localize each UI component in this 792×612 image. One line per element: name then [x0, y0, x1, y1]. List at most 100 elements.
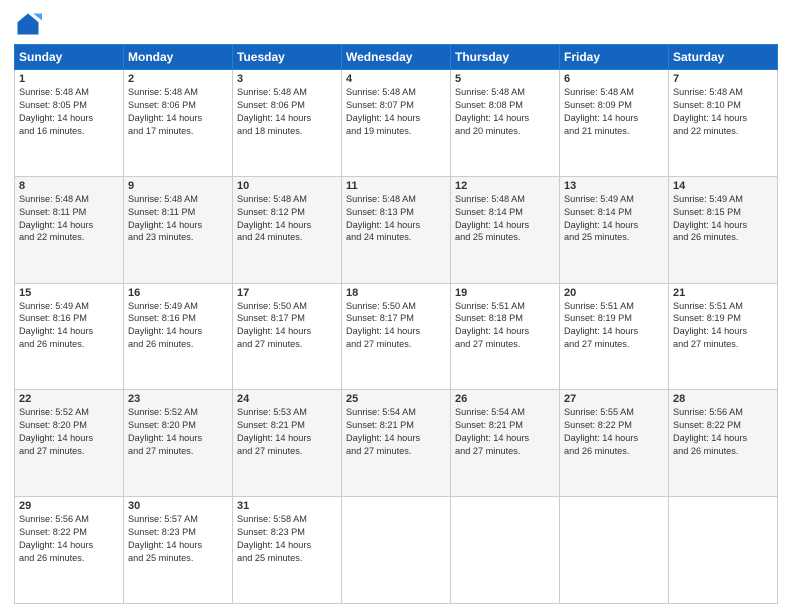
calendar-cell: 2Sunrise: 5:48 AMSunset: 8:06 PMDaylight…: [124, 70, 233, 177]
header: [14, 10, 778, 38]
day-info: Sunrise: 5:51 AMSunset: 8:19 PMDaylight:…: [673, 300, 773, 352]
day-info: Sunrise: 5:50 AMSunset: 8:17 PMDaylight:…: [237, 300, 337, 352]
day-info: Sunrise: 5:48 AMSunset: 8:05 PMDaylight:…: [19, 86, 119, 138]
logo-icon: [14, 10, 42, 38]
calendar-cell: [560, 497, 669, 604]
calendar-cell: 4Sunrise: 5:48 AMSunset: 8:07 PMDaylight…: [342, 70, 451, 177]
calendar-cell: 12Sunrise: 5:48 AMSunset: 8:14 PMDayligh…: [451, 176, 560, 283]
day-number: 8: [19, 180, 119, 192]
calendar-week-3: 15Sunrise: 5:49 AMSunset: 8:16 PMDayligh…: [15, 283, 778, 390]
calendar-cell: 22Sunrise: 5:52 AMSunset: 8:20 PMDayligh…: [15, 390, 124, 497]
day-number: 17: [237, 287, 337, 299]
day-info: Sunrise: 5:49 AMSunset: 8:16 PMDaylight:…: [19, 300, 119, 352]
day-number: 18: [346, 287, 446, 299]
day-number: 14: [673, 180, 773, 192]
calendar-cell: 27Sunrise: 5:55 AMSunset: 8:22 PMDayligh…: [560, 390, 669, 497]
day-info: Sunrise: 5:48 AMSunset: 8:12 PMDaylight:…: [237, 193, 337, 245]
calendar-week-2: 8 Sunrise: 5:48 AMSunset: 8:11 PMDaylight…: [15, 176, 778, 283]
calendar-cell: 7Sunrise: 5:48 AMSunset: 8:10 PMDaylight…: [669, 70, 778, 177]
calendar-cell: 6Sunrise: 5:48 AMSunset: 8:09 PMDaylight…: [560, 70, 669, 177]
day-number: 30: [128, 500, 228, 512]
calendar-week-5: 29Sunrise: 5:56 AMSunset: 8:22 PMDayligh…: [15, 497, 778, 604]
calendar-cell: 18Sunrise: 5:50 AMSunset: 8:17 PMDayligh…: [342, 283, 451, 390]
day-info: Sunrise: 5:48 AMSunset: 8:09 PMDaylight:…: [564, 86, 664, 138]
calendar-cell: 19Sunrise: 5:51 AMSunset: 8:18 PMDayligh…: [451, 283, 560, 390]
day-info: Sunrise: 5:57 AMSunset: 8:23 PMDaylight:…: [128, 513, 228, 565]
calendar-cell: 13Sunrise: 5:49 AMSunset: 8:14 PMDayligh…: [560, 176, 669, 283]
col-saturday: Saturday: [669, 45, 778, 70]
day-number: 16: [128, 287, 228, 299]
calendar-cell: 14Sunrise: 5:49 AMSunset: 8:15 PMDayligh…: [669, 176, 778, 283]
day-number: 20: [564, 287, 664, 299]
day-info: Sunrise: 5:49 AMSunset: 8:14 PMDaylight:…: [564, 193, 664, 245]
day-number: 19: [455, 287, 555, 299]
calendar-cell: 28Sunrise: 5:56 AMSunset: 8:22 PMDayligh…: [669, 390, 778, 497]
calendar-cell: 16Sunrise: 5:49 AMSunset: 8:16 PMDayligh…: [124, 283, 233, 390]
day-info: Sunrise: 5:48 AMSunset: 8:08 PMDaylight:…: [455, 86, 555, 138]
day-info: Sunrise: 5:51 AMSunset: 8:19 PMDaylight:…: [564, 300, 664, 352]
day-info: Sunrise: 5:54 AMSunset: 8:21 PMDaylight:…: [455, 406, 555, 458]
calendar-cell: 1Sunrise: 5:48 AMSunset: 8:05 PMDaylight…: [15, 70, 124, 177]
day-info: Sunrise: 5:50 AMSunset: 8:17 PMDaylight:…: [346, 300, 446, 352]
day-number: 5: [455, 73, 555, 85]
logo: [14, 10, 46, 38]
day-number: 27: [564, 393, 664, 405]
calendar-week-4: 22Sunrise: 5:52 AMSunset: 8:20 PMDayligh…: [15, 390, 778, 497]
calendar-cell: [342, 497, 451, 604]
day-number: 9: [128, 180, 228, 192]
calendar-cell: 8Sunrise: 5:48 AMSunset: 8:11 PMDaylight…: [15, 176, 124, 283]
col-sunday: Sunday: [15, 45, 124, 70]
calendar-week-1: 1Sunrise: 5:48 AMSunset: 8:05 PMDaylight…: [15, 70, 778, 177]
col-thursday: Thursday: [451, 45, 560, 70]
day-info: Sunrise: 5:55 AMSunset: 8:22 PMDaylight:…: [564, 406, 664, 458]
day-number: 11: [346, 180, 446, 192]
day-info: Sunrise: 5:58 AMSunset: 8:23 PMDaylight:…: [237, 513, 337, 565]
day-info: Sunrise: 5:56 AMSunset: 8:22 PMDaylight:…: [673, 406, 773, 458]
day-number: 1: [19, 73, 119, 85]
calendar-cell: 3Sunrise: 5:48 AMSunset: 8:06 PMDaylight…: [233, 70, 342, 177]
day-number: 15: [19, 287, 119, 299]
day-info: Sunrise: 5:51 AMSunset: 8:18 PMDaylight:…: [455, 300, 555, 352]
calendar-cell: 30Sunrise: 5:57 AMSunset: 8:23 PMDayligh…: [124, 497, 233, 604]
day-info: Sunrise: 5:52 AMSunset: 8:20 PMDaylight:…: [128, 406, 228, 458]
calendar-cell: 17Sunrise: 5:50 AMSunset: 8:17 PMDayligh…: [233, 283, 342, 390]
calendar-cell: 29Sunrise: 5:56 AMSunset: 8:22 PMDayligh…: [15, 497, 124, 604]
calendar-cell: [669, 497, 778, 604]
calendar-cell: 25Sunrise: 5:54 AMSunset: 8:21 PMDayligh…: [342, 390, 451, 497]
page: Sunday Monday Tuesday Wednesday Thursday…: [0, 0, 792, 612]
day-number: 13: [564, 180, 664, 192]
day-info: Sunrise: 5:48 AMSunset: 8:13 PMDaylight:…: [346, 193, 446, 245]
header-row: Sunday Monday Tuesday Wednesday Thursday…: [15, 45, 778, 70]
calendar-cell: 20Sunrise: 5:51 AMSunset: 8:19 PMDayligh…: [560, 283, 669, 390]
day-info: Sunrise: 5:56 AMSunset: 8:22 PMDaylight:…: [19, 513, 119, 565]
calendar-cell: 21Sunrise: 5:51 AMSunset: 8:19 PMDayligh…: [669, 283, 778, 390]
day-info: Sunrise: 5:48 AMSunset: 8:06 PMDaylight:…: [237, 86, 337, 138]
calendar-cell: 26Sunrise: 5:54 AMSunset: 8:21 PMDayligh…: [451, 390, 560, 497]
day-number: 22: [19, 393, 119, 405]
day-number: 21: [673, 287, 773, 299]
day-number: 26: [455, 393, 555, 405]
day-number: 23: [128, 393, 228, 405]
day-number: 10: [237, 180, 337, 192]
day-number: 3: [237, 73, 337, 85]
col-tuesday: Tuesday: [233, 45, 342, 70]
day-number: 31: [237, 500, 337, 512]
day-info: Sunrise: 5:49 AMSunset: 8:16 PMDaylight:…: [128, 300, 228, 352]
day-info: Sunrise: 5:48 AMSunset: 8:11 PMDaylight:…: [128, 193, 228, 245]
col-monday: Monday: [124, 45, 233, 70]
day-number: 7: [673, 73, 773, 85]
calendar-cell: 10Sunrise: 5:48 AMSunset: 8:12 PMDayligh…: [233, 176, 342, 283]
day-number: 4: [346, 73, 446, 85]
day-number: 29: [19, 500, 119, 512]
day-number: 2: [128, 73, 228, 85]
calendar-cell: 24Sunrise: 5:53 AMSunset: 8:21 PMDayligh…: [233, 390, 342, 497]
calendar-cell: 23Sunrise: 5:52 AMSunset: 8:20 PMDayligh…: [124, 390, 233, 497]
day-number: 6: [564, 73, 664, 85]
col-friday: Friday: [560, 45, 669, 70]
day-number: 28: [673, 393, 773, 405]
day-number: 25: [346, 393, 446, 405]
calendar-cell: [451, 497, 560, 604]
day-info: Sunrise: 5:48 AMSunset: 8:14 PMDaylight:…: [455, 193, 555, 245]
calendar-table: Sunday Monday Tuesday Wednesday Thursday…: [14, 44, 778, 604]
day-info: Sunrise: 5:52 AMSunset: 8:20 PMDaylight:…: [19, 406, 119, 458]
